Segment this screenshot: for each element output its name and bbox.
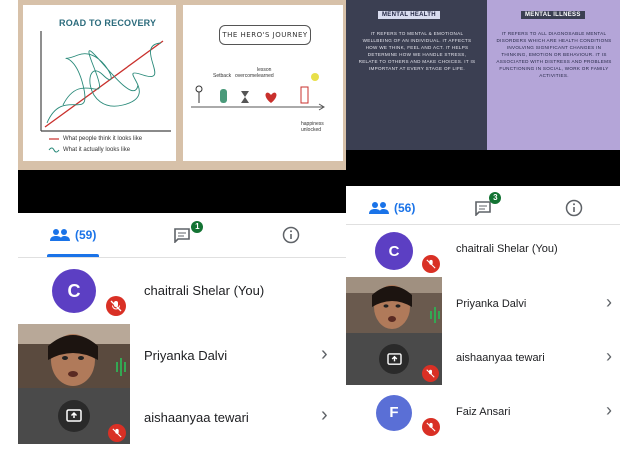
chat-icon [174, 228, 190, 243]
mental-illness-heading: MENTAL ILLNESS [521, 11, 585, 19]
info-icon [566, 199, 583, 217]
mic-off-icon [108, 424, 126, 442]
participant-tile: F [346, 385, 442, 440]
chevron-right-icon[interactable]: › [606, 346, 612, 367]
info-icon [283, 226, 300, 244]
participant-row[interactable]: C chaitrali Shelar (You) [18, 258, 346, 324]
hero-end: happiness unlocked [301, 121, 324, 133]
mic-off-icon [422, 365, 439, 382]
participant-name: Priyanka Dalvi [144, 348, 228, 363]
participant-name: chaitrali Shelar (You) [144, 283, 265, 298]
mental-health-text: IT REFERS TO MENTAL & EMOTIONAL WELLBEIN… [358, 31, 476, 71]
participant-tile: C [18, 258, 130, 324]
left-meet-panel: ROAD TO RECOVERY What people think it lo… [18, 0, 346, 444]
right-meet-panel: MENTAL HEALTH IT REFERS TO MENTAL & EMOT… [346, 0, 620, 440]
video-tile [346, 277, 442, 333]
mental-health-panel: MENTAL HEALTH IT REFERS TO MENTAL & EMOT… [346, 0, 487, 150]
shared-screen-left[interactable]: ROAD TO RECOVERY What people think it lo… [18, 0, 346, 213]
participant-name: aishaanyaa tewari [144, 410, 249, 425]
participant-name: chaitrali Shelar (You) [456, 243, 558, 255]
mental-illness-text: IT REFERS TO ALL DIAGNOSABLE MENTAL DISO… [496, 31, 612, 78]
mental-illness-panel: MENTAL ILLNESS IT REFERS TO ALL DIAGNOSA… [487, 0, 620, 150]
chat-icon [475, 201, 491, 216]
present-screen-icon [58, 400, 90, 432]
tabs-bar-left: (59) 1 [18, 213, 346, 257]
chat-badge: 3 [489, 192, 502, 204]
mental-health-heading: MENTAL HEALTH [378, 11, 440, 19]
avatar: F [376, 394, 412, 431]
heros-journey-panel: THE HERO'S JOURNEY Setback overcome less… [183, 5, 343, 161]
avatar: C [375, 232, 413, 270]
mic-off-icon [422, 255, 440, 273]
participant-row[interactable]: Priyanka Dalvi › [346, 277, 620, 333]
participant-tile: C [346, 225, 442, 277]
tab-chat[interactable]: 1 [127, 213, 236, 257]
people-icon [368, 202, 389, 214]
tab-info[interactable] [237, 213, 346, 257]
participant-row[interactable]: F Faiz Ansari › [346, 385, 620, 440]
participant-name: Priyanka Dalvi [456, 298, 527, 310]
participant-name: Faiz Ansari [456, 406, 511, 418]
chat-badge: 1 [191, 221, 204, 233]
meet-screenshot: ROAD TO RECOVERY What people think it lo… [0, 0, 620, 449]
participant-row[interactable]: aishaanyaa tewari › [18, 388, 346, 444]
people-count: (56) [393, 201, 416, 215]
participant-row[interactable]: aishaanyaa tewari › [346, 333, 620, 385]
video-feed [346, 277, 442, 333]
shared-screen-right[interactable]: MENTAL HEALTH IT REFERS TO MENTAL & EMOT… [346, 0, 620, 186]
presentation-slide-left: ROAD TO RECOVERY What people think it lo… [18, 0, 346, 170]
chevron-right-icon[interactable]: › [321, 343, 328, 366]
people-count: (59) [74, 228, 97, 242]
chevron-right-icon[interactable]: › [606, 400, 612, 421]
tab-people[interactable]: (59) [18, 213, 127, 257]
mic-off-icon [422, 418, 440, 436]
chevron-right-icon[interactable]: › [321, 404, 328, 427]
present-screen-icon [379, 344, 409, 374]
video-tile [18, 324, 130, 388]
legend-actual: What it actually looks like [63, 147, 131, 153]
video-feed [18, 324, 130, 388]
avatar: C [52, 269, 96, 313]
participant-tile [18, 388, 130, 444]
participant-tile [346, 333, 442, 385]
participant-name: aishaanyaa tewari [456, 352, 545, 364]
legend-people: What people think it looks like [63, 136, 143, 142]
people-icon [49, 229, 70, 241]
mic-off-icon [106, 296, 126, 316]
participant-row[interactable]: Priyanka Dalvi › [18, 324, 346, 388]
participant-row[interactable]: C chaitrali Shelar (You) [346, 225, 620, 277]
chevron-right-icon[interactable]: › [606, 292, 612, 313]
hero-journey-drawing [191, 73, 325, 111]
road-to-recovery-panel: ROAD TO RECOVERY What people think it lo… [23, 5, 176, 161]
